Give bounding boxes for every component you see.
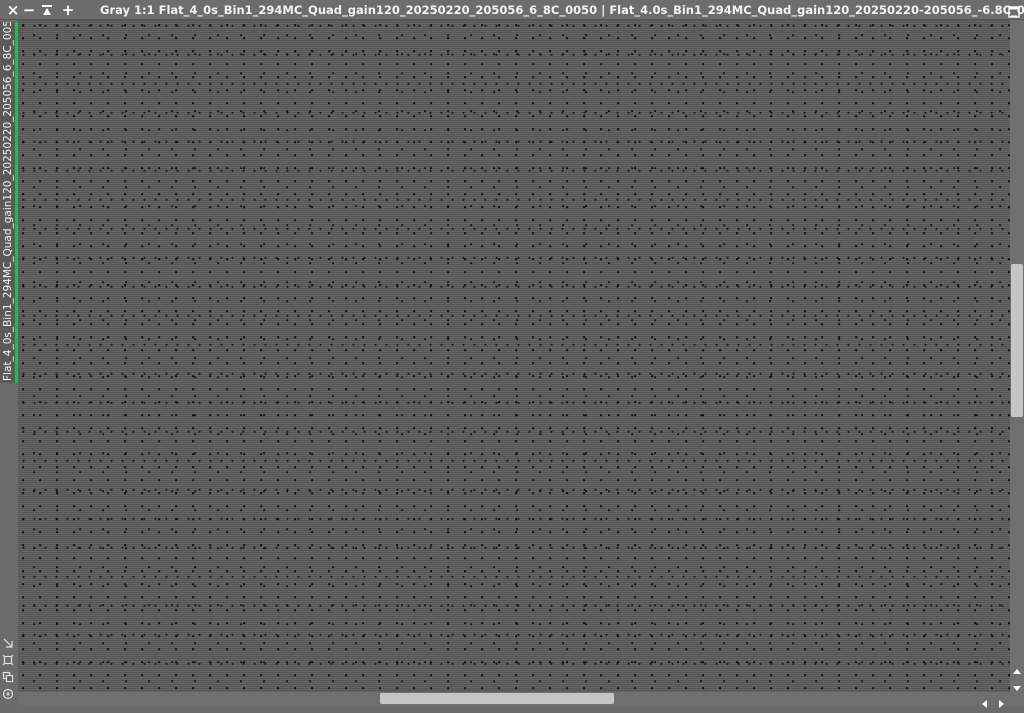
resize-arrow-icon <box>3 638 13 648</box>
image-window: × − + Gray 1:1 Flat_4_0s_Bin1_294MC_Quad… <box>0 0 1024 708</box>
window-title: Gray 1:1 Flat_4_0s_Bin1_294MC_Quad_gain1… <box>100 3 1024 17</box>
title-bar[interactable]: × − + Gray 1:1 Flat_4_0s_Bin1_294MC_Quad… <box>0 0 1024 20</box>
restore-button[interactable] <box>1008 3 1020 18</box>
minimize-button[interactable]: − <box>20 1 38 19</box>
close-icon: × <box>6 1 20 19</box>
scroll-left-button[interactable] <box>980 694 990 708</box>
scroll-up-button[interactable] <box>1012 662 1022 674</box>
scrollbar-corner <box>1010 692 1024 705</box>
horizontal-scroll-thumb[interactable] <box>380 693 614 704</box>
maximize-button[interactable]: + <box>59 1 77 19</box>
target-button[interactable] <box>1 688 15 704</box>
minimize-icon: − <box>22 1 36 19</box>
view-tab-label: Flat_4_0s_Bin1_294MC_Quad_gain120_202502… <box>2 22 14 381</box>
target-icon <box>2 688 14 700</box>
scroll-right-button[interactable] <box>996 694 1006 708</box>
shade-icon <box>42 5 52 15</box>
clone-windows-icon <box>2 671 14 683</box>
fit-frame-button[interactable] <box>1 654 15 670</box>
vertical-scrollbar[interactable] <box>1010 20 1024 692</box>
view-tab[interactable]: Flat_4_0s_Bin1_294MC_Quad_gain120_202502… <box>0 22 18 383</box>
chevron-left-icon <box>982 700 987 708</box>
fit-frame-icon <box>2 654 14 666</box>
clone-windows-button[interactable] <box>1 671 15 687</box>
shade-button[interactable] <box>38 1 56 19</box>
plus-icon: + <box>61 1 75 19</box>
horizontal-scrollbar[interactable] <box>18 692 1010 708</box>
resize-tool-button[interactable] <box>1 637 15 653</box>
side-tools <box>1 636 16 705</box>
chevron-right-icon <box>999 700 1004 708</box>
vertical-scroll-thumb[interactable] <box>1011 264 1023 417</box>
image-viewport[interactable] <box>18 20 1010 692</box>
scroll-down-button[interactable] <box>1012 678 1022 691</box>
chevron-up-icon <box>1013 669 1021 674</box>
restore-icon <box>1008 6 1020 18</box>
